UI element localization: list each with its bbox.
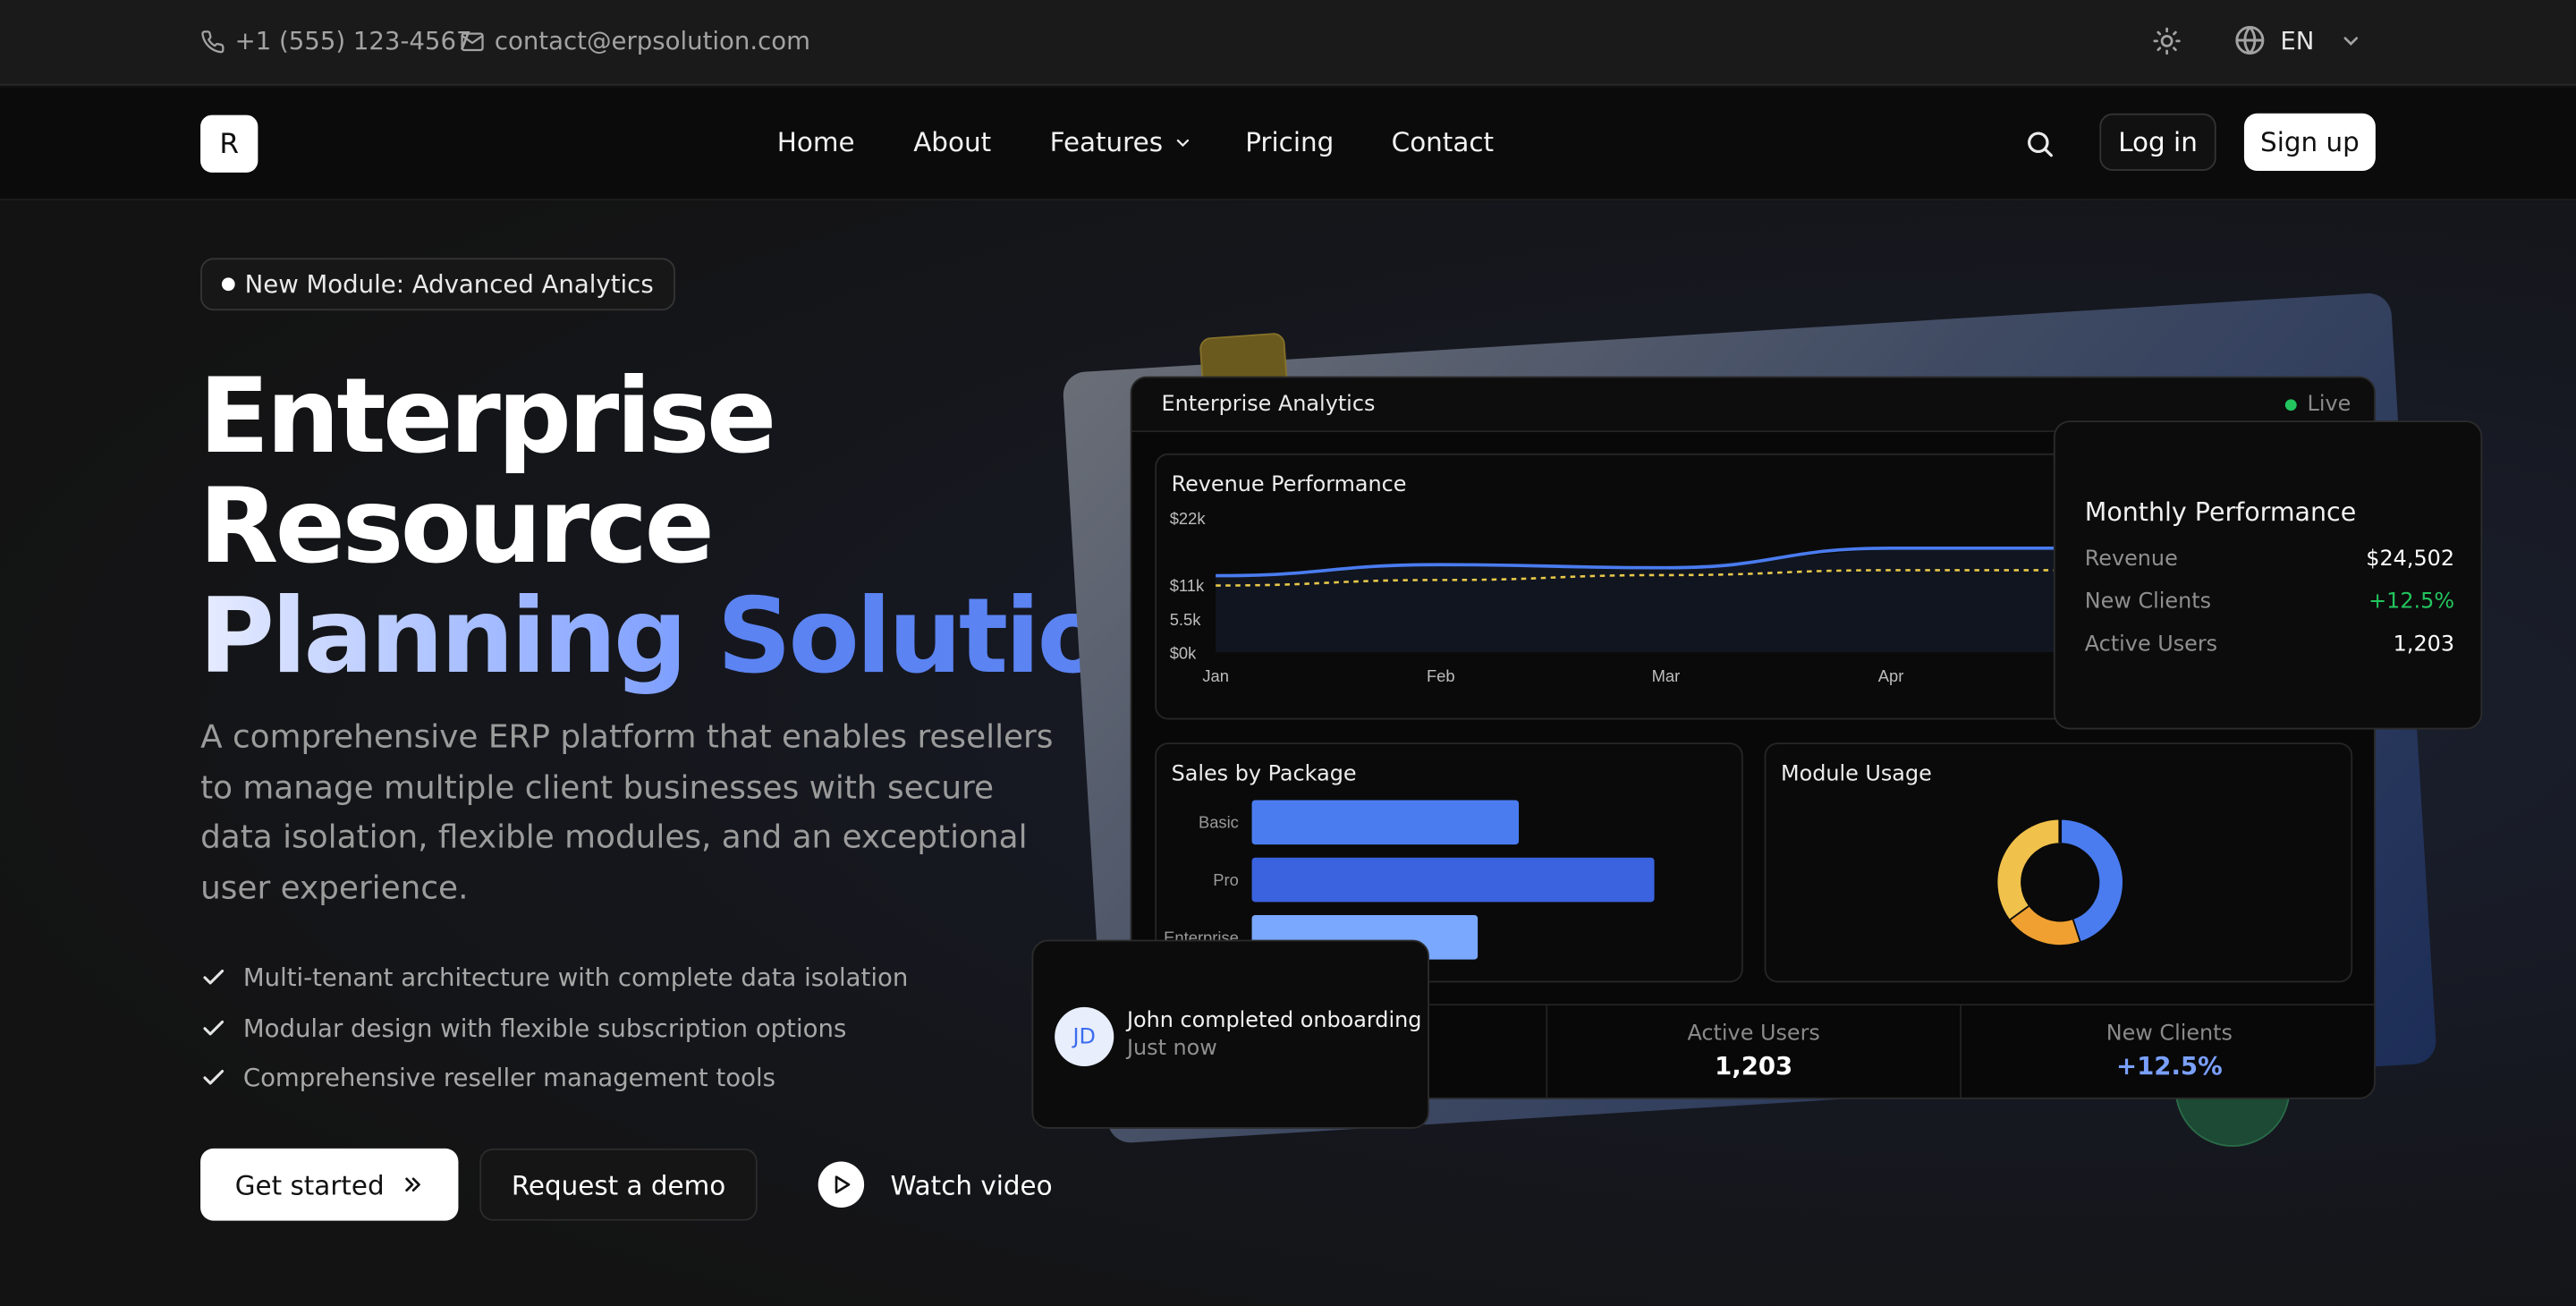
feature-item: Modular design with flexible subscriptio… <box>200 1003 908 1053</box>
theme-toggle-button[interactable] <box>2152 26 2182 55</box>
main-navigation: R Home About Features Pricing Contact Lo… <box>0 87 2576 201</box>
x-tick-label: Apr <box>1878 666 1904 685</box>
phone-link[interactable]: +1 (555) 123-4567 <box>200 26 472 56</box>
nav-about[interactable]: About <box>913 126 991 157</box>
stat-label: Active Users <box>1687 1022 1820 1047</box>
x-tick-label: Jan <box>1202 666 1229 685</box>
monthly-row-value: +12.5% <box>2368 589 2455 615</box>
top-contact-bar: +1 (555) 123-4567 contact@erpsolution.co… <box>0 0 2576 86</box>
y-tick-label: $11k <box>1170 576 1205 595</box>
nav-contact[interactable]: Contact <box>1392 126 1494 157</box>
monthly-row: Revenue $24,502 <box>2085 547 2454 572</box>
badge-dot <box>221 277 235 292</box>
login-button[interactable]: Log in <box>2099 113 2216 172</box>
signup-button[interactable]: Sign up <box>2243 113 2376 172</box>
feature-text: Modular design with flexible subscriptio… <box>242 1013 847 1043</box>
watch-video-label: Watch video <box>890 1168 1053 1200</box>
logo[interactable]: R <box>200 114 258 173</box>
check-icon <box>203 1020 225 1035</box>
watch-video-button[interactable]: Watch video <box>818 1161 1053 1208</box>
language-label: EN <box>2280 25 2315 55</box>
feature-item: Comprehensive reseller management tools <box>200 1053 908 1103</box>
live-dot <box>2285 399 2298 411</box>
hero-title-line2: Resource <box>199 466 715 587</box>
nav-pricing[interactable]: Pricing <box>1245 126 1334 157</box>
donut-slice-2 <box>1997 819 2061 920</box>
chevron-down-icon <box>1176 138 1189 147</box>
avatar: JD <box>1055 1006 1114 1067</box>
donut-slice-0 <box>2059 819 2123 942</box>
live-indicator: Live <box>2285 392 2351 418</box>
revenue-panel: Revenue Performance $0k 5.5k $11k $22k Jan Fe… <box>1155 453 2075 720</box>
y-tick-label: 5.5k <box>1170 610 1202 629</box>
monthly-performance-card: Monthly Performance Revenue $24,502 New … <box>2053 420 2483 730</box>
get-started-button[interactable]: Get started <box>200 1148 459 1221</box>
module-donut-chart <box>1997 819 2123 946</box>
monthly-title: Monthly Performance <box>2084 497 2357 528</box>
hero-description: A comprehensive ERP platform that enable… <box>200 717 1054 906</box>
play-icon <box>835 1175 851 1194</box>
dashboard-title: Enterprise Analytics <box>1161 392 1376 418</box>
monthly-row-label: Revenue <box>2084 547 2178 572</box>
nav-features[interactable]: Features <box>1050 126 1192 157</box>
nav-home[interactable]: Home <box>777 126 855 157</box>
y-tick-label: $22k <box>1170 509 1207 528</box>
new-module-badge[interactable]: New Module: Advanced Analytics <box>200 258 675 311</box>
revenue-line-chart: $0k 5.5k $11k $22k Jan Feb Mar Apr <box>1170 509 2063 685</box>
nav-features-label: Features <box>1049 126 1164 158</box>
stat-value: 1,203 <box>1715 1051 1793 1081</box>
feature-text: Comprehensive reseller management tools <box>242 1063 775 1093</box>
live-label: Live <box>2307 392 2351 418</box>
check-icon <box>203 1070 225 1085</box>
hero-title-line3: Planning Solution <box>199 581 1178 691</box>
monthly-row: Active Users 1,203 <box>2085 632 2454 657</box>
revenue-area-fill <box>1216 547 2063 653</box>
feature-list: Multi-tenant architecture with complete … <box>200 953 908 1103</box>
bar-pro <box>1251 857 1655 903</box>
monthly-row-value: 1,203 <box>2393 632 2455 657</box>
search-button[interactable] <box>2024 128 2055 165</box>
bar-basic <box>1251 800 1520 845</box>
x-tick-label: Mar <box>1652 666 1681 685</box>
hero-title-line1: Enterprise <box>199 356 776 477</box>
stat-active-users: Active Users 1,203 <box>1546 1005 1960 1098</box>
feature-text: Multi-tenant architecture with complete … <box>242 963 909 993</box>
onboarding-notification: JD John completed onboarding Just now <box>1031 939 1429 1129</box>
bar-category-label: Basic <box>1199 813 1239 832</box>
phone-number: +1 (555) 123-4567 <box>234 26 472 56</box>
module-panel: Module Usage <box>1764 742 2353 983</box>
monthly-row-label: Active Users <box>2084 632 2218 657</box>
bar-category-label: Pro <box>1213 870 1239 889</box>
get-started-label: Get started <box>234 1168 385 1200</box>
y-tick-label: $0k <box>1170 644 1197 663</box>
chevron-down-icon <box>2343 36 2358 46</box>
monthly-row-label: New Clients <box>2084 589 2212 615</box>
stat-label: New Clients <box>2106 1022 2233 1047</box>
badge-label: New Module: Advanced Analytics <box>244 269 654 300</box>
mail-icon <box>461 31 484 51</box>
check-icon <box>203 970 225 985</box>
email-link[interactable]: contact@erpsolution.com <box>460 26 810 55</box>
notification-time: Just now <box>1126 1036 1217 1062</box>
x-tick-label: Feb <box>1427 666 1455 685</box>
email-address: contact@erpsolution.com <box>494 26 810 56</box>
notification-text: John completed onboarding <box>1126 1008 1422 1034</box>
hero-title-planning: Planning <box>199 576 687 697</box>
stat-new-clients: New Clients +12.5% <box>1960 1005 2374 1098</box>
globe-icon <box>2235 26 2265 55</box>
language-selector[interactable]: EN <box>2234 25 2362 56</box>
monthly-row-value: $24,502 <box>2366 547 2455 572</box>
sun-icon <box>2153 27 2181 55</box>
search-icon <box>2028 131 2053 157</box>
double-chevron-right-icon <box>405 1177 420 1192</box>
donut-slice-1 <box>2009 904 2080 946</box>
phone-icon <box>201 30 225 53</box>
monthly-row: New Clients +12.5% <box>2085 589 2454 615</box>
hero-title: Enterprise Resource Planning Solution <box>199 356 1178 691</box>
feature-item: Multi-tenant architecture with complete … <box>200 953 908 1003</box>
request-demo-button[interactable]: Request a demo <box>479 1148 758 1221</box>
play-button-circle <box>818 1161 865 1208</box>
stat-value: +12.5% <box>2116 1051 2223 1081</box>
